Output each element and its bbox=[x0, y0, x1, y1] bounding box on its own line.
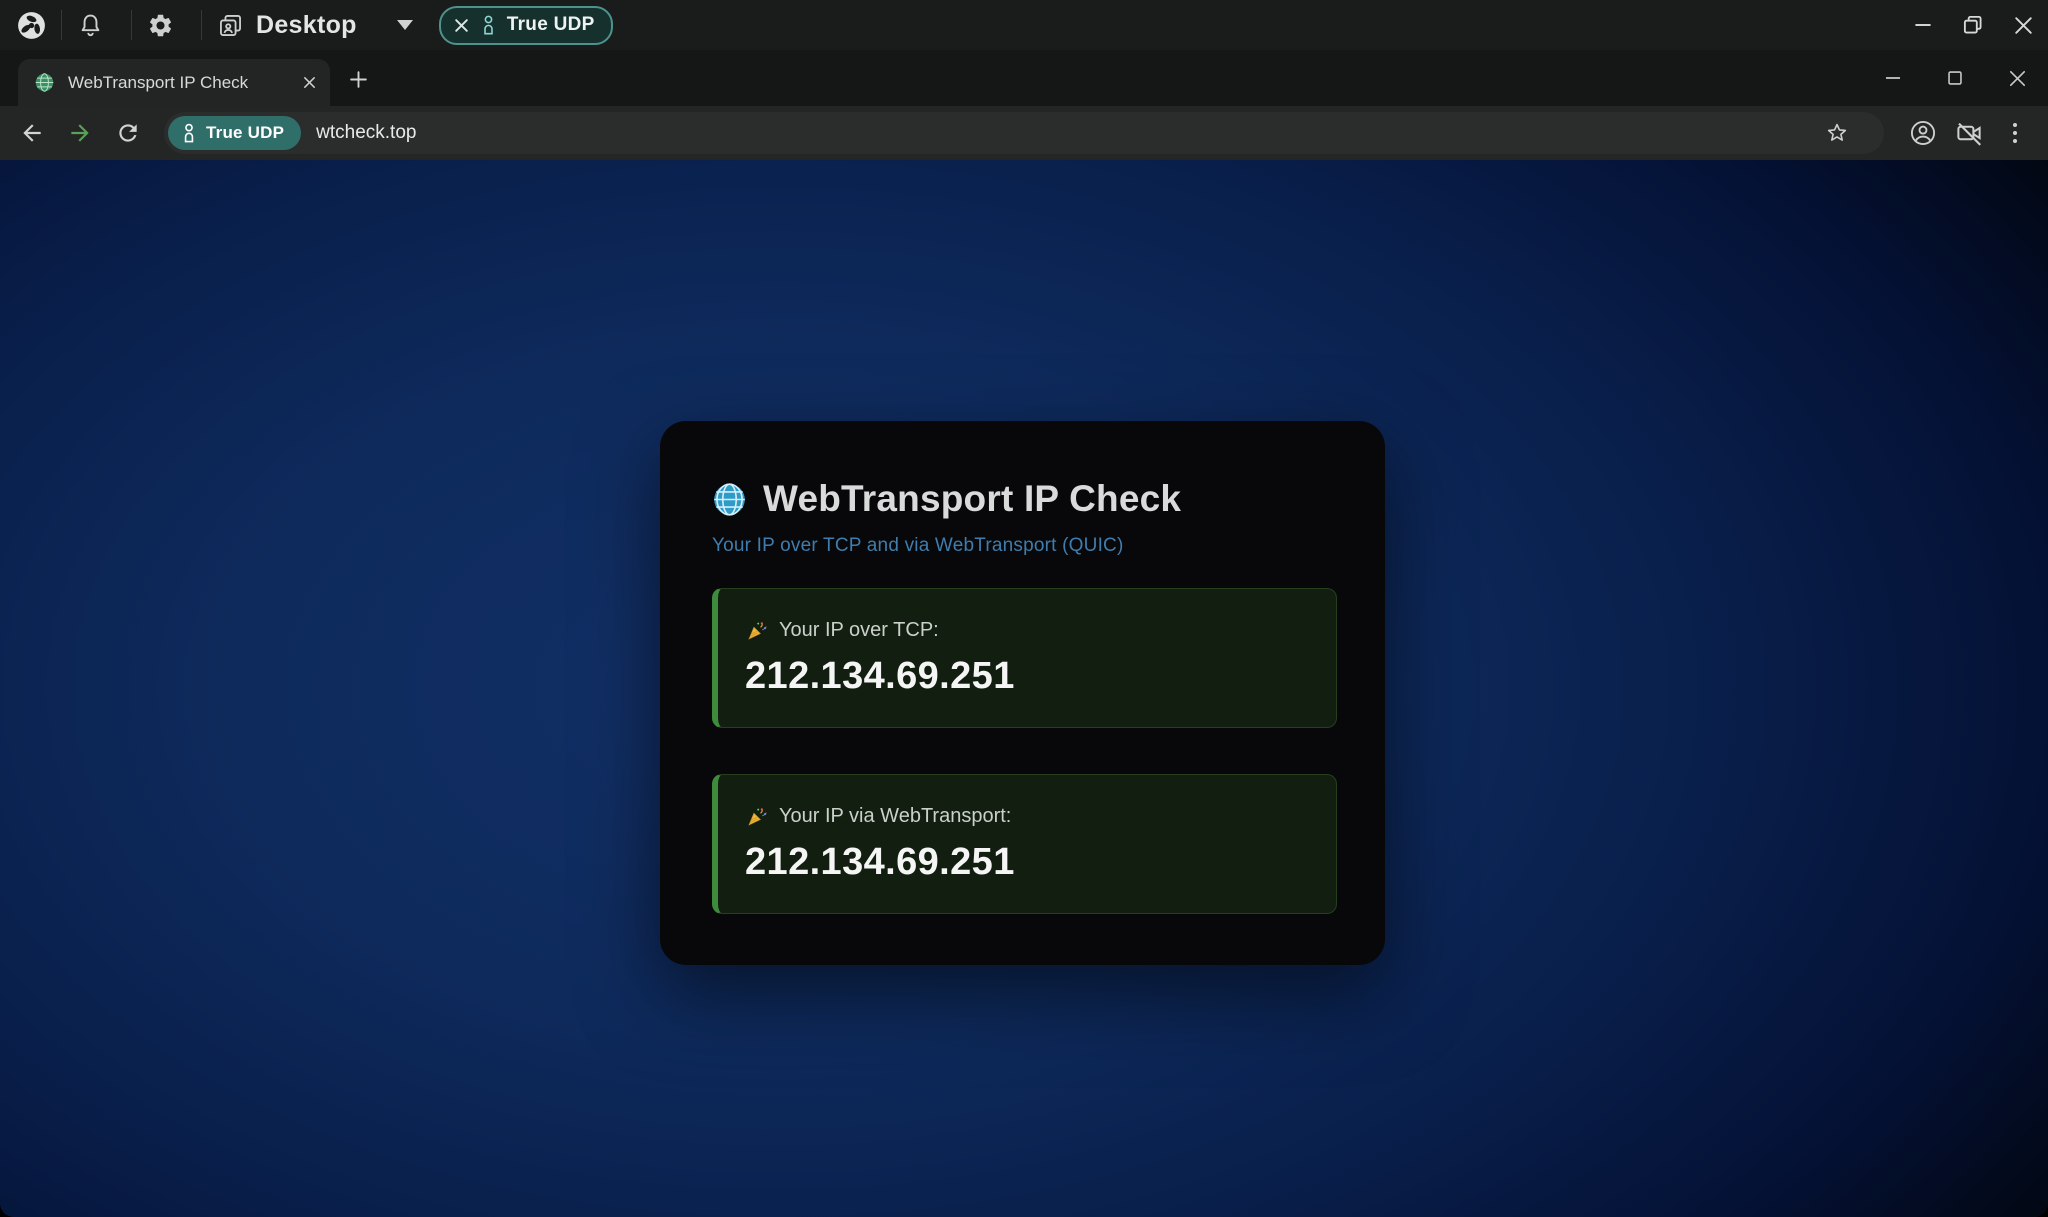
close-icon[interactable] bbox=[453, 17, 470, 34]
maximize-icon bbox=[1944, 67, 1966, 89]
restore-icon bbox=[1960, 12, 1986, 38]
toolbar-right-controls bbox=[1900, 110, 2038, 156]
minimize-icon bbox=[1881, 66, 1905, 90]
browser-menu-button[interactable] bbox=[1992, 110, 2038, 156]
globe-icon bbox=[712, 482, 747, 517]
browser-maximize-button[interactable] bbox=[1924, 50, 1986, 106]
tab-title: WebTransport IP Check bbox=[68, 73, 296, 93]
browser-window: WebTransport IP Check bbox=[0, 50, 2048, 1217]
browser-toolbar: True UDP wtcheck.top bbox=[0, 106, 2048, 160]
gear-icon bbox=[147, 12, 174, 39]
browser-tab[interactable]: WebTransport IP Check bbox=[18, 59, 330, 106]
plus-icon bbox=[348, 69, 369, 90]
address-bar-badge[interactable]: True UDP bbox=[168, 116, 301, 150]
url-text[interactable]: wtcheck.top bbox=[316, 122, 416, 144]
result-label: Your IP over TCP: bbox=[779, 619, 939, 642]
three-dots-icon bbox=[1995, 123, 2035, 143]
reload-button[interactable] bbox=[108, 113, 148, 153]
webtransport-ip-result-box: Your IP via WebTransport: 212.134.69.251 bbox=[712, 774, 1337, 914]
result-label-row: Your IP over TCP: bbox=[745, 619, 1336, 642]
page-content: WebTransport IP Check Your IP over TCP a… bbox=[0, 160, 2048, 1217]
forward-button[interactable] bbox=[60, 113, 100, 153]
settings-button[interactable] bbox=[132, 0, 188, 50]
address-bar[interactable]: True UDP wtcheck.top bbox=[164, 112, 1884, 154]
ip-check-card: WebTransport IP Check Your IP over TCP a… bbox=[660, 421, 1385, 965]
chevron-down-icon[interactable] bbox=[397, 20, 413, 30]
app-logo-icon[interactable] bbox=[15, 9, 48, 42]
bell-icon bbox=[77, 12, 104, 39]
page-title: WebTransport IP Check bbox=[763, 478, 1181, 520]
back-button[interactable] bbox=[12, 113, 52, 153]
person-icon bbox=[180, 122, 198, 144]
address-bar-badge-label: True UDP bbox=[206, 123, 284, 143]
camera-blocked-button[interactable] bbox=[1946, 110, 1992, 156]
close-icon bbox=[2006, 67, 2029, 90]
close-icon bbox=[2011, 13, 2036, 38]
workspace-switcher-button[interactable] bbox=[208, 0, 252, 50]
bookmark-button[interactable] bbox=[1820, 116, 1854, 150]
reload-icon bbox=[115, 120, 141, 146]
os-window-controls bbox=[1898, 0, 2048, 50]
screen: Desktop True UDP bbox=[0, 0, 2048, 1217]
result-label: Your IP via WebTransport: bbox=[779, 805, 1011, 828]
arrow-left-icon bbox=[19, 120, 45, 146]
profile-icon bbox=[1909, 119, 1937, 147]
tab-favicon-globe-icon bbox=[34, 72, 55, 93]
party-popper-icon bbox=[745, 805, 768, 828]
browser-window-controls bbox=[1862, 50, 2048, 106]
minimize-icon bbox=[1910, 12, 1936, 38]
close-icon bbox=[302, 75, 317, 90]
os-top-bar: Desktop True UDP bbox=[0, 0, 2048, 50]
session-badge-label: True UDP bbox=[507, 14, 595, 36]
browser-close-button[interactable] bbox=[1986, 50, 2048, 106]
card-header: WebTransport IP Check bbox=[712, 478, 1337, 520]
result-label-row: Your IP via WebTransport: bbox=[745, 805, 1336, 828]
browser-minimize-button[interactable] bbox=[1862, 50, 1924, 106]
tcp-ip-result-box: Your IP over TCP: 212.134.69.251 bbox=[712, 588, 1337, 728]
tcp-ip-value: 212.134.69.251 bbox=[745, 655, 1336, 698]
os-restore-button[interactable] bbox=[1948, 0, 1998, 50]
page-subtitle: Your IP over TCP and via WebTransport (Q… bbox=[712, 535, 1337, 557]
stacked-windows-icon bbox=[217, 12, 244, 39]
workspace-label[interactable]: Desktop bbox=[256, 11, 357, 40]
arrow-right-icon bbox=[67, 120, 93, 146]
os-separator bbox=[201, 10, 202, 40]
notifications-button[interactable] bbox=[62, 0, 118, 50]
star-icon bbox=[1825, 121, 1849, 145]
new-tab-button[interactable] bbox=[342, 63, 374, 95]
party-popper-icon bbox=[745, 619, 768, 642]
camera-off-icon bbox=[1954, 118, 1984, 148]
tab-strip: WebTransport IP Check bbox=[0, 50, 2048, 106]
tab-close-button[interactable] bbox=[296, 70, 322, 96]
session-badge[interactable]: True UDP bbox=[439, 6, 613, 45]
person-icon bbox=[479, 14, 498, 36]
os-minimize-button[interactable] bbox=[1898, 0, 1948, 50]
os-close-button[interactable] bbox=[1998, 0, 2048, 50]
profile-button[interactable] bbox=[1900, 110, 1946, 156]
webtransport-ip-value: 212.134.69.251 bbox=[745, 841, 1336, 884]
